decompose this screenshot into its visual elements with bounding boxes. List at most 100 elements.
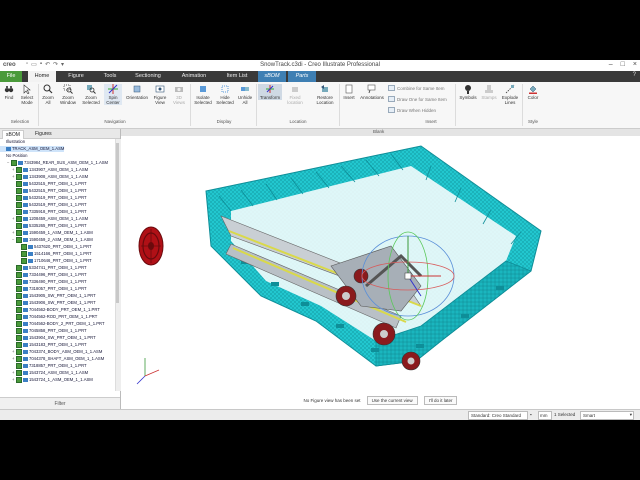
- draw-one-same-item-button[interactable]: Draw One for Same Item: [388, 96, 447, 102]
- tree-row[interactable]: 1543183_PRT_OEM_1_1.PRT: [0, 342, 87, 348]
- visibility-checkbox[interactable]: [16, 167, 22, 173]
- tree-row[interactable]: 1514166_PRT_OEM_1_1.PRT: [0, 251, 92, 257]
- visibility-checkbox[interactable]: [21, 251, 27, 257]
- draw-when-hidden-button[interactable]: Draw When Hidden: [388, 107, 436, 113]
- visibility-checkbox[interactable]: [16, 300, 22, 306]
- insert-button[interactable]: Insert: [341, 84, 357, 100]
- zoom-all-button[interactable]: Zoom All: [40, 84, 56, 105]
- fixed-location-button[interactable]: Fixed location: [284, 84, 306, 105]
- help-icon[interactable]: ?: [633, 72, 636, 78]
- visibility-checkbox[interactable]: [16, 314, 22, 320]
- visibility-checkbox[interactable]: [21, 258, 27, 264]
- transform-button[interactable]: Transform: [258, 84, 282, 100]
- tree-row[interactable]: 7318857_PRT_OEM_1_1.PRT: [0, 363, 87, 369]
- tree-row[interactable]: +1343907_ASM_OEM_1_1.ASM: [0, 167, 88, 173]
- selection-filter[interactable]: Smart ▾: [580, 411, 634, 420]
- tab-item-list[interactable]: Item List: [220, 71, 254, 82]
- tab-sectioning[interactable]: Sectioning: [128, 71, 168, 82]
- tab-parts[interactable]: Parts: [288, 71, 316, 82]
- tree-row[interactable]: 5432515_PRT_OEM_1_1.PRT: [0, 188, 87, 194]
- visibility-checkbox[interactable]: [16, 293, 22, 299]
- standard-selector[interactable]: Standard: Creo Standard: [468, 411, 528, 420]
- spin-center-button[interactable]: Spin Center: [104, 84, 122, 105]
- tree-row[interactable]: +7044378_SHAFT_ASM_OEM_1_1.ASM: [0, 356, 104, 362]
- figure-view-button[interactable]: Figure View: [151, 84, 169, 105]
- use-current-view-button[interactable]: Use the current view: [366, 395, 418, 405]
- visibility-checkbox[interactable]: [16, 202, 22, 208]
- orientation-button[interactable]: Orientation: [124, 84, 150, 100]
- tab-figure[interactable]: Figure: [60, 71, 92, 82]
- tree-row[interactable]: 5432515_PRT_OEM_1_1.PRT: [0, 181, 87, 187]
- tree-row[interactable]: 1543906_SW_PRT_OEM_1_1.PRT: [0, 300, 96, 306]
- tree-row[interactable]: 1543904_SW_PRT_OEM_1_1.PRT: [0, 335, 96, 341]
- close-icon[interactable]: ×: [633, 61, 637, 68]
- visibility-checkbox[interactable]: [16, 349, 22, 355]
- visibility-checkbox[interactable]: [16, 328, 22, 334]
- visibility-checkbox[interactable]: [16, 335, 22, 341]
- tree-row[interactable]: TRACK_ASM_OEM_1.ASM: [0, 146, 65, 152]
- tree-row[interactable]: 7336490_PRT_OEM_1_1.PRT: [0, 279, 87, 285]
- tree-scrollbar-thumb[interactable]: [116, 143, 119, 303]
- tree-row[interactable]: +1590459_1_ASM_OEM_1_1.ASM: [0, 230, 93, 236]
- tab-tools[interactable]: Tools: [96, 71, 124, 82]
- find-button[interactable]: Find: [2, 84, 16, 100]
- visibility-checkbox[interactable]: [16, 174, 22, 180]
- tree-row[interactable]: 1543905_SW_PRT_OEM_1_1.PRT: [0, 293, 96, 299]
- visibility-checkbox[interactable]: [21, 244, 27, 250]
- explode-lines-button[interactable]: Explode Lines: [500, 84, 520, 105]
- visibility-checkbox[interactable]: [16, 223, 22, 229]
- isolate-selected-button[interactable]: Isolate Selected: [192, 84, 214, 105]
- restore-location-button[interactable]: Restore Location: [312, 84, 338, 105]
- tree-row[interactable]: 7045858_PRT_OEM_1_1.PRT: [0, 328, 87, 334]
- hide-selected-button[interactable]: Hide Selected: [215, 84, 235, 105]
- visibility-checkbox[interactable]: [16, 237, 22, 243]
- visibility-checkbox[interactable]: [16, 188, 22, 194]
- visibility-checkbox[interactable]: [16, 356, 22, 362]
- visibility-checkbox[interactable]: [16, 363, 22, 369]
- visibility-checkbox[interactable]: [16, 279, 22, 285]
- tree-row[interactable]: 7044562-BODY_PRT_OEM_1_1.PRT: [0, 307, 100, 313]
- tree-row[interactable]: 7335918_PRT_OEM_1_1.PRT: [0, 209, 87, 215]
- zoom-window-button[interactable]: Zoom Window: [57, 84, 79, 105]
- visibility-checkbox[interactable]: [16, 216, 22, 222]
- visibility-checkbox[interactable]: [16, 307, 22, 313]
- symbols-button[interactable]: Symbols: [458, 84, 478, 100]
- units-selector[interactable]: mm: [538, 411, 552, 420]
- tree-row[interactable]: Illustration: [0, 139, 25, 145]
- visibility-checkbox[interactable]: [16, 195, 22, 201]
- combine-same-item-button[interactable]: Combine for Same Item: [388, 85, 445, 91]
- maximize-icon[interactable]: □: [621, 61, 625, 68]
- tab-sbom-panel[interactable]: sBOM: [2, 130, 24, 139]
- tree-row[interactable]: 7334496_PRT_OEM_1_1.PRT: [0, 272, 87, 278]
- visibility-checkbox[interactable]: [11, 160, 17, 166]
- visibility-checkbox[interactable]: [16, 230, 22, 236]
- tree-row[interactable]: 5437620_PRT_OEM_1_1.PRT: [0, 244, 92, 250]
- minimize-icon[interactable]: –: [609, 61, 613, 68]
- tree-row[interactable]: 7044562-ROD_PRT_OEM_1_1.PRT: [0, 314, 97, 320]
- tree-row[interactable]: No Position: [0, 153, 27, 159]
- tab-figures-panel[interactable]: Figures: [32, 130, 55, 138]
- visibility-checkbox[interactable]: [16, 209, 22, 215]
- visibility-checkbox[interactable]: [16, 272, 22, 278]
- tree-row[interactable]: +1208459_ASM_OEM_1_1.ASM: [0, 216, 88, 222]
- color-button[interactable]: Color: [525, 84, 541, 100]
- stamps-button[interactable]: Stamps: [480, 84, 498, 100]
- tree-row[interactable]: 1710646_PRT_OEM_1_1.PRT: [0, 258, 92, 264]
- tree-row[interactable]: 5334741_PRT_OEM_1_1.PRT: [0, 265, 87, 271]
- visibility-checkbox[interactable]: [16, 286, 22, 292]
- visibility-checkbox[interactable]: [16, 265, 22, 271]
- zoom-selected-button[interactable]: Zoom Selected: [80, 84, 102, 105]
- tree-row[interactable]: 5335265_PRT_OEM_1_1.PRT: [0, 223, 87, 229]
- tree-row[interactable]: −1590459_2_ASM_OEM_1_1.ASM: [0, 237, 93, 243]
- tree-row[interactable]: 5432519_PRT_OEM_1_1.PRT: [0, 202, 87, 208]
- visibility-checkbox[interactable]: [16, 370, 22, 376]
- tab-sbom[interactable]: sBOM: [258, 71, 286, 82]
- tree-row[interactable]: +1543724_ASM_OEM_1_1.ASM: [0, 370, 88, 376]
- tab-animation[interactable]: Animation: [174, 71, 214, 82]
- visibility-checkbox[interactable]: [16, 321, 22, 327]
- visibility-checkbox[interactable]: [16, 377, 22, 383]
- visibility-checkbox[interactable]: [16, 181, 22, 187]
- select-mode-button[interactable]: Select Mode: [17, 84, 37, 105]
- tab-file[interactable]: File: [0, 71, 22, 82]
- tree-row[interactable]: 5432519_PRT_OEM_1_1.PRT: [0, 195, 87, 201]
